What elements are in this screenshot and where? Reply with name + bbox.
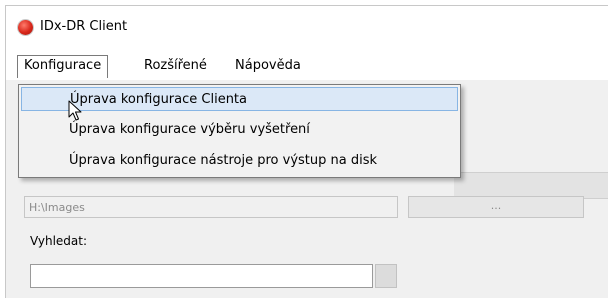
search-button[interactable] xyxy=(375,264,397,288)
images-path-field[interactable]: H:\Images xyxy=(24,196,398,218)
menu-rozsirene[interactable]: Rozšířené xyxy=(138,56,213,76)
menu-item-uprava-clienta[interactable]: Úprava konfigurace Clienta xyxy=(21,87,458,111)
menu-napoveda[interactable]: Nápověda xyxy=(229,56,307,76)
window-title: IDx-DR Client xyxy=(40,19,128,34)
menu-item-uprava-vyberu-vysetreni[interactable]: Úprava konfigurace výběru vyšetření xyxy=(21,118,458,142)
app-window: IDx-DR Client Konfigurace Rozšířené Nápo… xyxy=(5,5,608,298)
search-label: Vyhledat: xyxy=(30,234,88,248)
menu-bar: Konfigurace Rozšířené Nápověda xyxy=(6,50,608,80)
browse-button[interactable]: ... xyxy=(408,196,584,218)
app-icon xyxy=(18,20,33,35)
mouse-pointer-icon xyxy=(68,100,82,121)
menu-konfigurace[interactable]: Konfigurace xyxy=(17,55,109,78)
search-input[interactable] xyxy=(30,264,373,288)
konfigurace-dropdown-menu: Úprava konfigurace Clienta Úprava konfig… xyxy=(18,84,461,178)
toolbar-strip xyxy=(454,172,608,199)
title-bar: IDx-DR Client xyxy=(6,6,608,50)
menu-item-uprava-vystupu-na-disk[interactable]: Úprava konfigurace nástroje pro výstup n… xyxy=(21,149,458,173)
